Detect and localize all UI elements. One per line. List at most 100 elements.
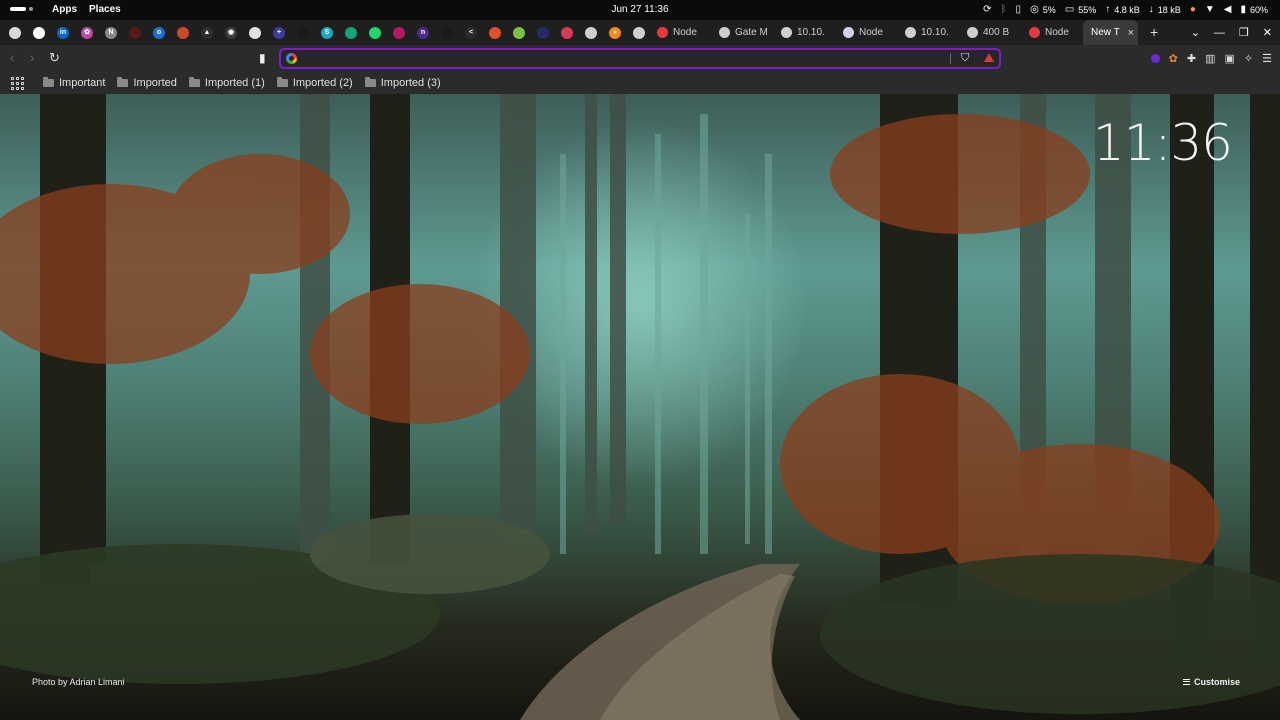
bookmark-folder[interactable]: Imported	[117, 77, 177, 89]
tab-title: 10.10.	[797, 27, 825, 38]
tab[interactable]: Node	[835, 20, 897, 45]
folder-icon	[43, 77, 54, 87]
tab-title: 400 B	[983, 27, 1010, 38]
upload-indicator[interactable]: ↑ 4.8 kB	[1105, 5, 1140, 16]
bookmark-folder[interactable]: Imported (1)	[188, 77, 265, 89]
extension-icon[interactable]: ✿	[1169, 52, 1178, 65]
bookmark-folder[interactable]: Imported (3)	[364, 77, 441, 89]
volume-icon[interactable]: ◀	[1224, 5, 1232, 15]
pinned-tab[interactable]	[483, 20, 507, 45]
brave-shield-icon[interactable]: ⛉	[961, 52, 969, 65]
globe-icon	[781, 27, 792, 38]
forward-icon[interactable]: ›	[30, 51, 34, 65]
github-icon	[33, 26, 45, 39]
pinned-tab[interactable]	[339, 20, 363, 45]
battery-indicator[interactable]: ▮ 60%	[1240, 5, 1268, 16]
pinned-tab[interactable]: n	[411, 20, 435, 45]
close-window-icon[interactable]: ✕	[1263, 26, 1272, 39]
omnibox-input[interactable]	[303, 51, 943, 66]
app-icon: +	[273, 26, 285, 39]
pinned-tab[interactable]	[627, 20, 651, 45]
extensions-area: ✿ ✚ ▥ ▣ ✧ ☰	[1150, 45, 1272, 72]
pinned-tab[interactable]: o	[147, 20, 171, 45]
minimize-icon[interactable]: —	[1214, 27, 1225, 39]
pinned-tab[interactable]	[123, 20, 147, 45]
restore-icon[interactable]: ❐	[1239, 26, 1249, 39]
battery-level: 60%	[1249, 5, 1268, 15]
pinned-tab[interactable]	[3, 20, 27, 45]
close-tab-icon[interactable]: ×	[1128, 27, 1138, 39]
system-top-bar: Apps Places Jun 27 11:36 ⟳ ᛒ ▯ ◎ 5% ▭ 55% …	[0, 0, 1280, 20]
pinned-tab[interactable]	[531, 20, 555, 45]
bookmark-folder-label: Imported (2)	[292, 77, 353, 89]
clipboard-icon[interactable]: ▯	[1016, 5, 1022, 15]
tab-search-chevron-icon[interactable]: ⌄	[1191, 26, 1200, 39]
pinned-tab[interactable]: S	[315, 20, 339, 45]
bluetooth-icon[interactable]: ᛒ	[1001, 5, 1007, 15]
tab[interactable]: Gate M	[711, 20, 773, 45]
pinned-tab[interactable]	[555, 20, 579, 45]
leo-ai-icon[interactable]: ✧	[1244, 52, 1253, 65]
memory-indicator[interactable]: ▭ 55%	[1065, 5, 1096, 16]
pinned-tab[interactable]: +	[267, 20, 291, 45]
sidebar-icon[interactable]: ▥	[1205, 52, 1215, 65]
pinned-tab[interactable]: N	[99, 20, 123, 45]
wallet-icon[interactable]: ▣	[1225, 52, 1235, 65]
pinned-tab[interactable]	[27, 20, 51, 45]
tab[interactable]: Node	[649, 20, 711, 45]
pinned-tab[interactable]: ✿	[75, 20, 99, 45]
app-icon	[441, 26, 453, 39]
node-flag-icon	[843, 27, 854, 38]
pinned-tab[interactable]	[243, 20, 267, 45]
pinned-tab[interactable]	[435, 20, 459, 45]
extensions-puzzle-icon[interactable]: ✚	[1187, 52, 1196, 65]
bookmark-folder-label: Imported	[133, 77, 177, 89]
apps-grid-icon[interactable]	[11, 76, 24, 90]
app-icon: ◉	[225, 26, 237, 39]
pinned-tab[interactable]: in	[51, 20, 75, 45]
app-icon: ✿	[81, 26, 93, 39]
pinned-tab[interactable]	[363, 20, 387, 45]
new-tab-button[interactable]: +	[1150, 25, 1158, 39]
download-indicator[interactable]: ↓ 18 kB	[1149, 5, 1181, 16]
tab[interactable]: 10.10.	[773, 20, 835, 45]
wifi-icon[interactable]: ▼	[1205, 5, 1215, 15]
browser-toolbar: ‹ › ↻ ▮ ⛉ ✿ ✚ ▥ ▣ ✧ ☰	[0, 45, 1280, 72]
microphone-icon[interactable]: ●	[1190, 5, 1196, 15]
pinned-tab[interactable]	[171, 20, 195, 45]
sync-icon[interactable]: ⟳	[983, 5, 991, 15]
pinned-tab[interactable]	[579, 20, 603, 45]
new-tab-page: 11:36 Photo by Adrian Limani Customise	[0, 94, 1280, 720]
bookmark-folder[interactable]: Imported (2)	[276, 77, 353, 89]
pinned-tab[interactable]	[387, 20, 411, 45]
menu-icon[interactable]: ☰	[1262, 52, 1272, 65]
folder-icon	[188, 77, 200, 87]
brave-rewards-icon[interactable]	[984, 53, 994, 62]
pinned-tab[interactable]: ▲	[195, 20, 219, 45]
pinned-tab[interactable]	[507, 20, 531, 45]
app-icon	[249, 26, 261, 39]
bookmark-icon[interactable]: ▮	[259, 51, 266, 65]
divider	[950, 53, 951, 64]
photo-credit[interactable]: Photo by Adrian Limani	[32, 677, 125, 687]
address-bar[interactable]: ⛉	[279, 48, 1001, 69]
pinned-tab[interactable]: »	[603, 20, 627, 45]
pinned-tab[interactable]	[291, 20, 315, 45]
reload-icon[interactable]: ↻	[49, 51, 60, 65]
app-icon	[561, 26, 573, 39]
tab-active-new-tab[interactable]: New T ×	[1083, 20, 1138, 45]
customise-label: Customise	[1193, 677, 1240, 687]
tab[interactable]: 400 B	[959, 20, 1021, 45]
tab[interactable]: Node	[1021, 20, 1083, 45]
customise-button[interactable]: Customise	[1182, 677, 1240, 687]
extension-icon[interactable]	[1150, 54, 1160, 63]
bookmarks-bar: Important Imported Imported (1) Imported…	[0, 72, 1280, 94]
app-icon	[393, 26, 405, 39]
pinned-tab[interactable]: ◉	[219, 20, 243, 45]
bookmark-folder[interactable]: Important	[43, 77, 105, 89]
cpu-indicator[interactable]: ◎ 5%	[1030, 5, 1056, 16]
tab[interactable]: 10.10.	[897, 20, 959, 45]
pinned-tab[interactable]: <	[459, 20, 483, 45]
back-icon[interactable]: ‹	[10, 51, 14, 65]
tab-list: Node Gate M 10.10. Node 10.10. 400 B Nod…	[649, 20, 1138, 45]
